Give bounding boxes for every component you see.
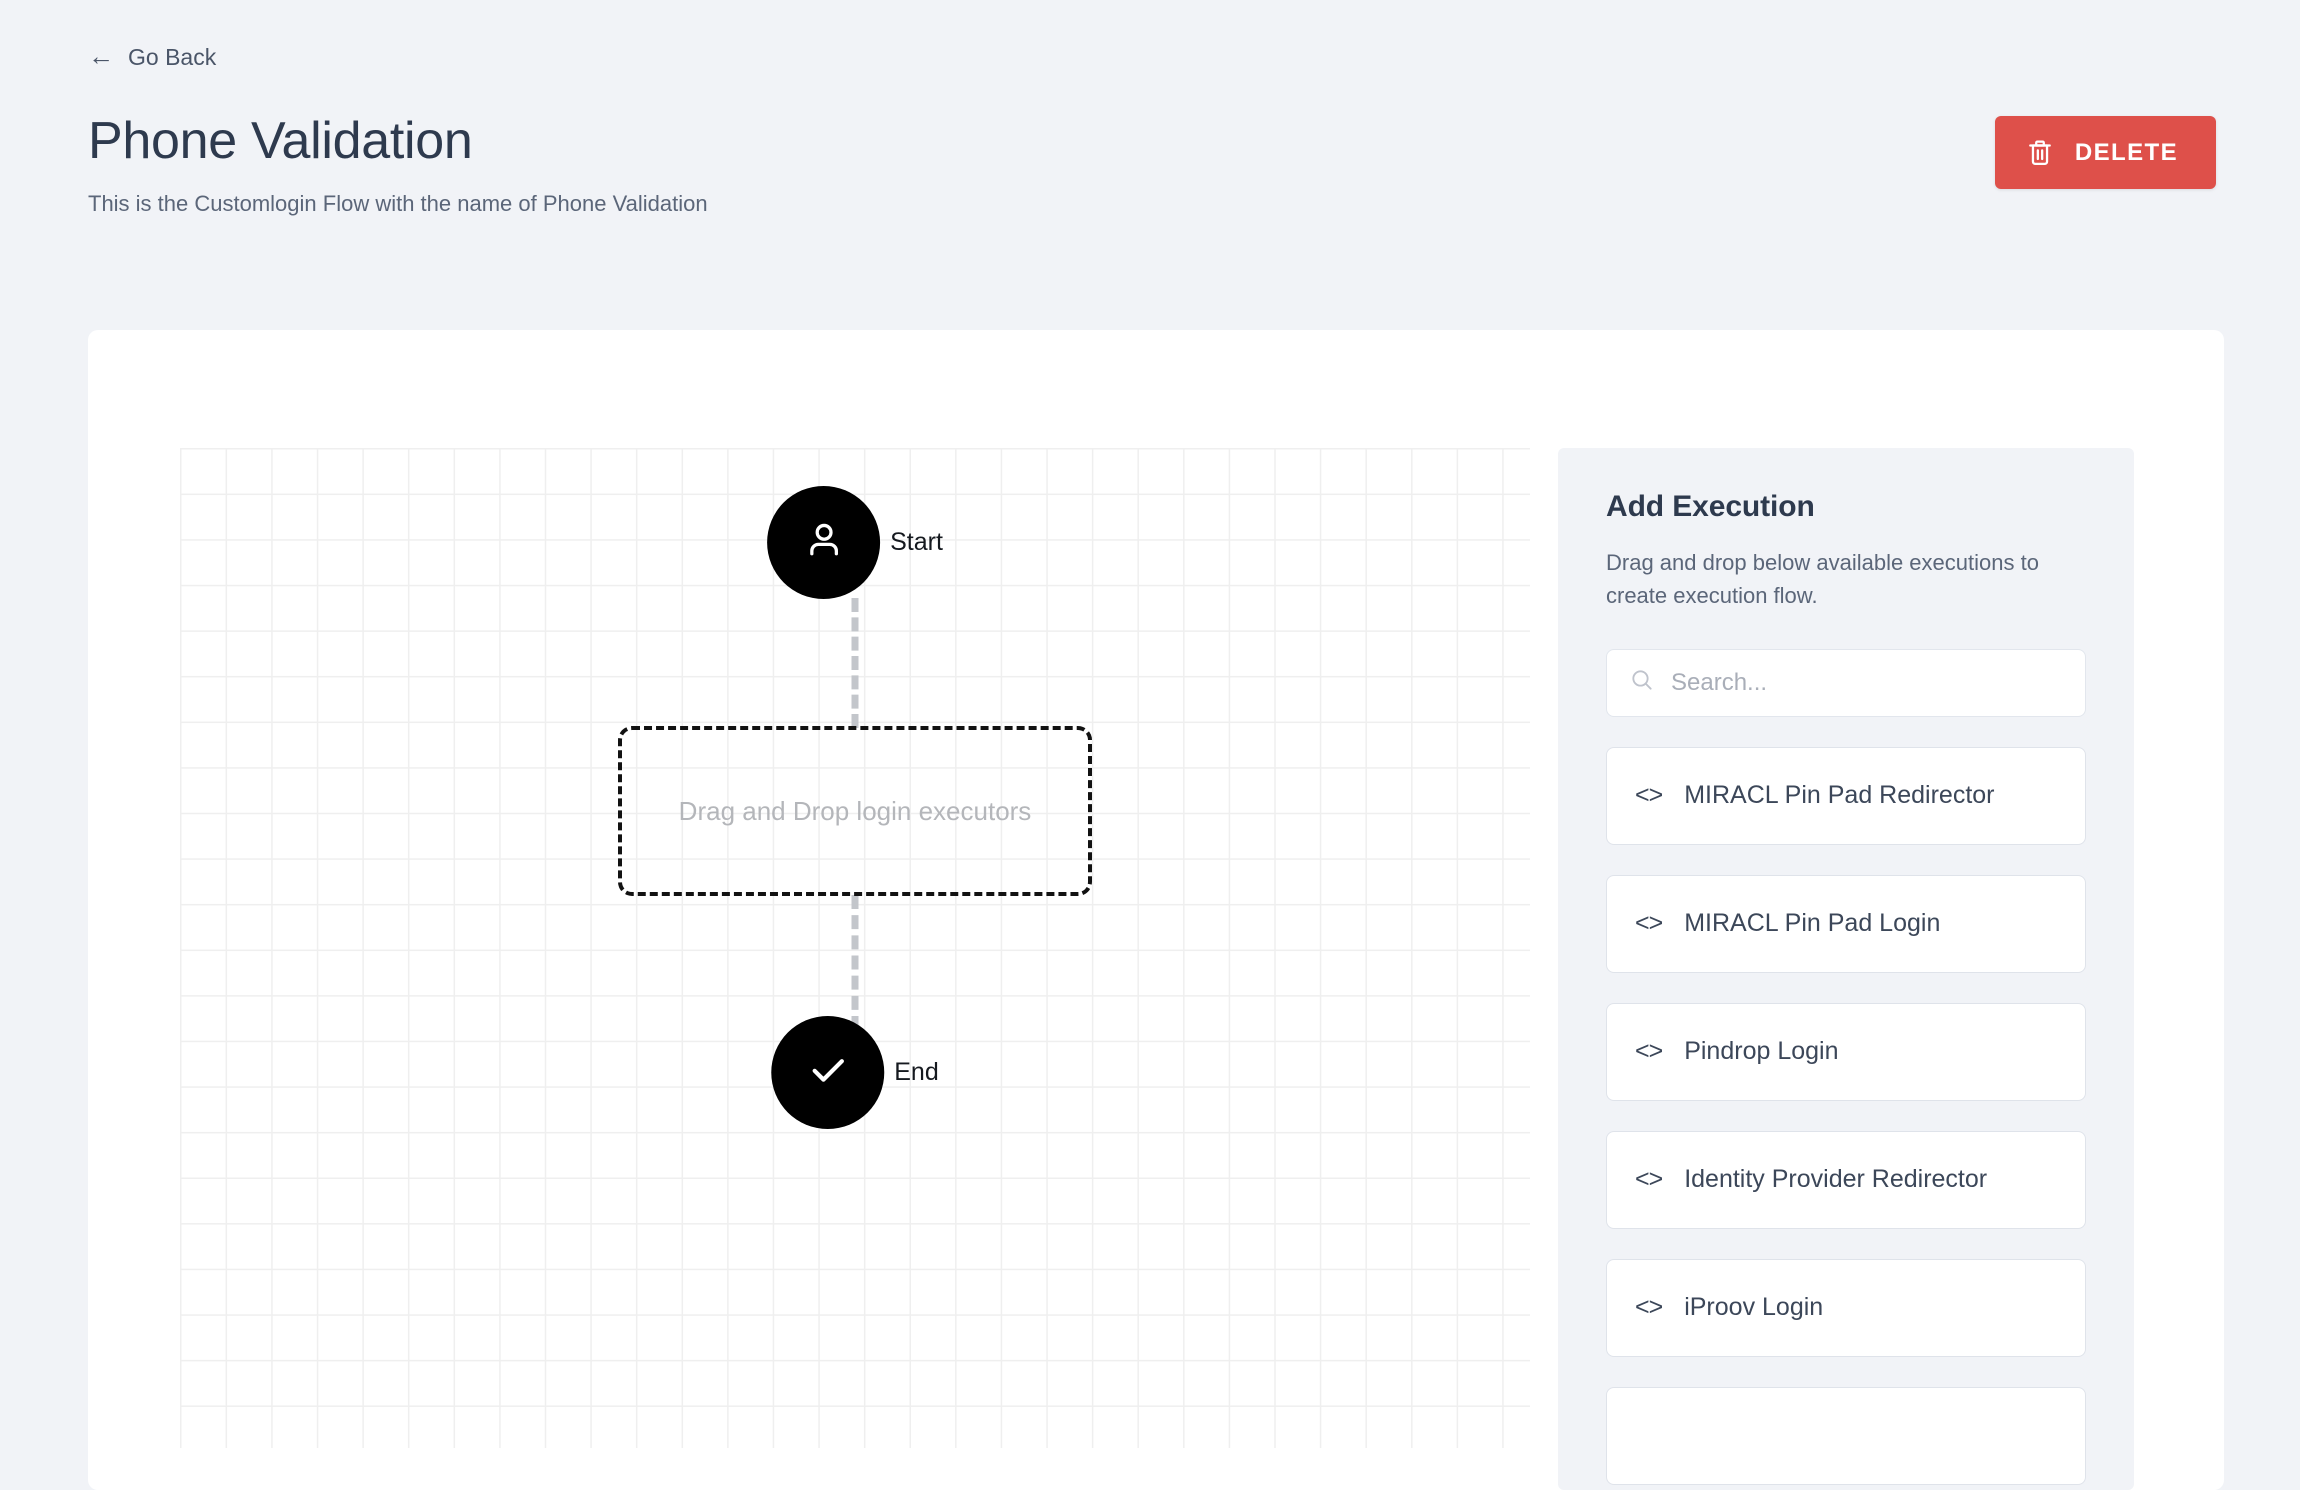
execution-item-label: Identity Provider Redirector: [1684, 1165, 1988, 1194]
execution-item-label: MIRACL Pin Pad Redirector: [1684, 781, 1995, 810]
flow-canvas[interactable]: Start Drag and Drop login executors End: [180, 448, 1530, 1448]
arrow-left-icon: ←: [88, 41, 114, 71]
end-node-label: End: [894, 1058, 939, 1086]
connector-dropzone-to-end: [851, 895, 859, 1030]
execution-item-miracl-pin-pad-login[interactable]: <> MIRACL Pin Pad Login: [1606, 874, 2086, 973]
add-execution-title: Add Execution: [1606, 490, 1815, 523]
execution-item-partial[interactable]: [1606, 1386, 2086, 1485]
connector-start-to-dropzone: [851, 598, 859, 728]
start-node-label: Start: [890, 528, 943, 556]
trash-icon: [2027, 138, 2053, 167]
page-title: Phone Validation: [88, 112, 473, 170]
code-icon: <>: [1635, 1293, 1663, 1322]
flow-node-start[interactable]: Start: [767, 486, 943, 599]
delete-button[interactable]: DELETE: [1994, 116, 2216, 189]
executor-dropzone[interactable]: Drag and Drop login executors: [618, 726, 1092, 896]
check-icon: [804, 1046, 852, 1099]
add-execution-panel: Add Execution Drag and drop below availa…: [1558, 448, 2134, 1490]
user-icon: [801, 517, 847, 568]
page-header: ← Go Back Phone Validation This is the C…: [0, 0, 2300, 217]
search-icon: [1629, 667, 1655, 698]
search-input[interactable]: [1671, 649, 2063, 716]
end-node-circle[interactable]: [771, 1016, 885, 1129]
execution-item-miracl-pin-pad-redirector[interactable]: <> MIRACL Pin Pad Redirector: [1606, 746, 2086, 845]
flow-editor-card: Start Drag and Drop login executors End: [88, 330, 2224, 1490]
search-field-wrapper[interactable]: [1606, 648, 2086, 717]
execution-item-label: Pindrop Login: [1684, 1037, 1839, 1066]
add-execution-description: Drag and drop below available executions…: [1606, 550, 2039, 609]
code-icon: <>: [1635, 909, 1663, 938]
code-icon: <>: [1635, 781, 1663, 810]
go-back-label: Go Back: [128, 43, 217, 70]
execution-list: <> MIRACL Pin Pad Redirector <> MIRACL P…: [1606, 746, 2086, 1485]
go-back-link[interactable]: ← Go Back: [88, 41, 217, 71]
execution-item-iproov-login[interactable]: <> iProov Login: [1606, 1258, 2086, 1357]
delete-button-label: DELETE: [2074, 138, 2178, 166]
code-icon: <>: [1635, 1037, 1663, 1066]
execution-item-identity-provider-redirector[interactable]: <> Identity Provider Redirector: [1606, 1130, 2086, 1229]
code-icon: <>: [1635, 1165, 1663, 1194]
dropzone-placeholder: Drag and Drop login executors: [678, 795, 1032, 826]
execution-item-pindrop-login[interactable]: <> Pindrop Login: [1606, 1002, 2086, 1101]
execution-item-label: iProov Login: [1684, 1293, 1824, 1322]
start-node-circle[interactable]: [767, 486, 881, 599]
flow-graph: Start Drag and Drop login executors End: [180, 448, 1530, 1448]
page-subtitle: This is the Customlogin Flow with the na…: [88, 191, 708, 217]
execution-item-label: MIRACL Pin Pad Login: [1684, 909, 1941, 938]
flow-node-end[interactable]: End: [771, 1016, 939, 1129]
